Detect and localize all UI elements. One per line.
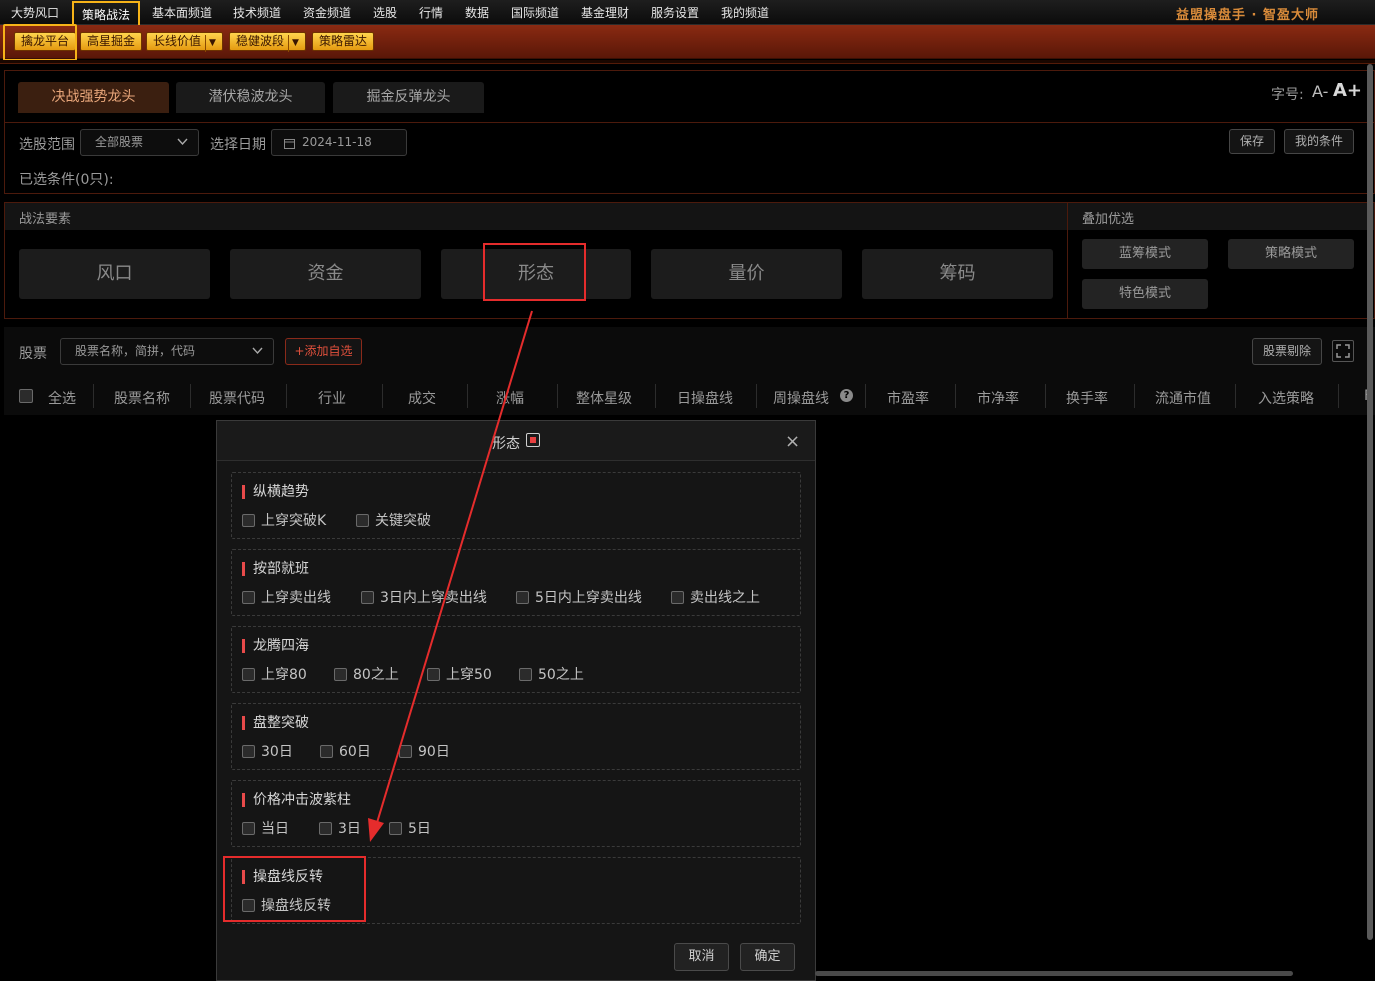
vertical-scrollbar[interactable]	[1367, 64, 1373, 940]
annotation-arrow-icon	[368, 310, 533, 842]
horizontal-scrollbar[interactable]	[815, 971, 1293, 976]
